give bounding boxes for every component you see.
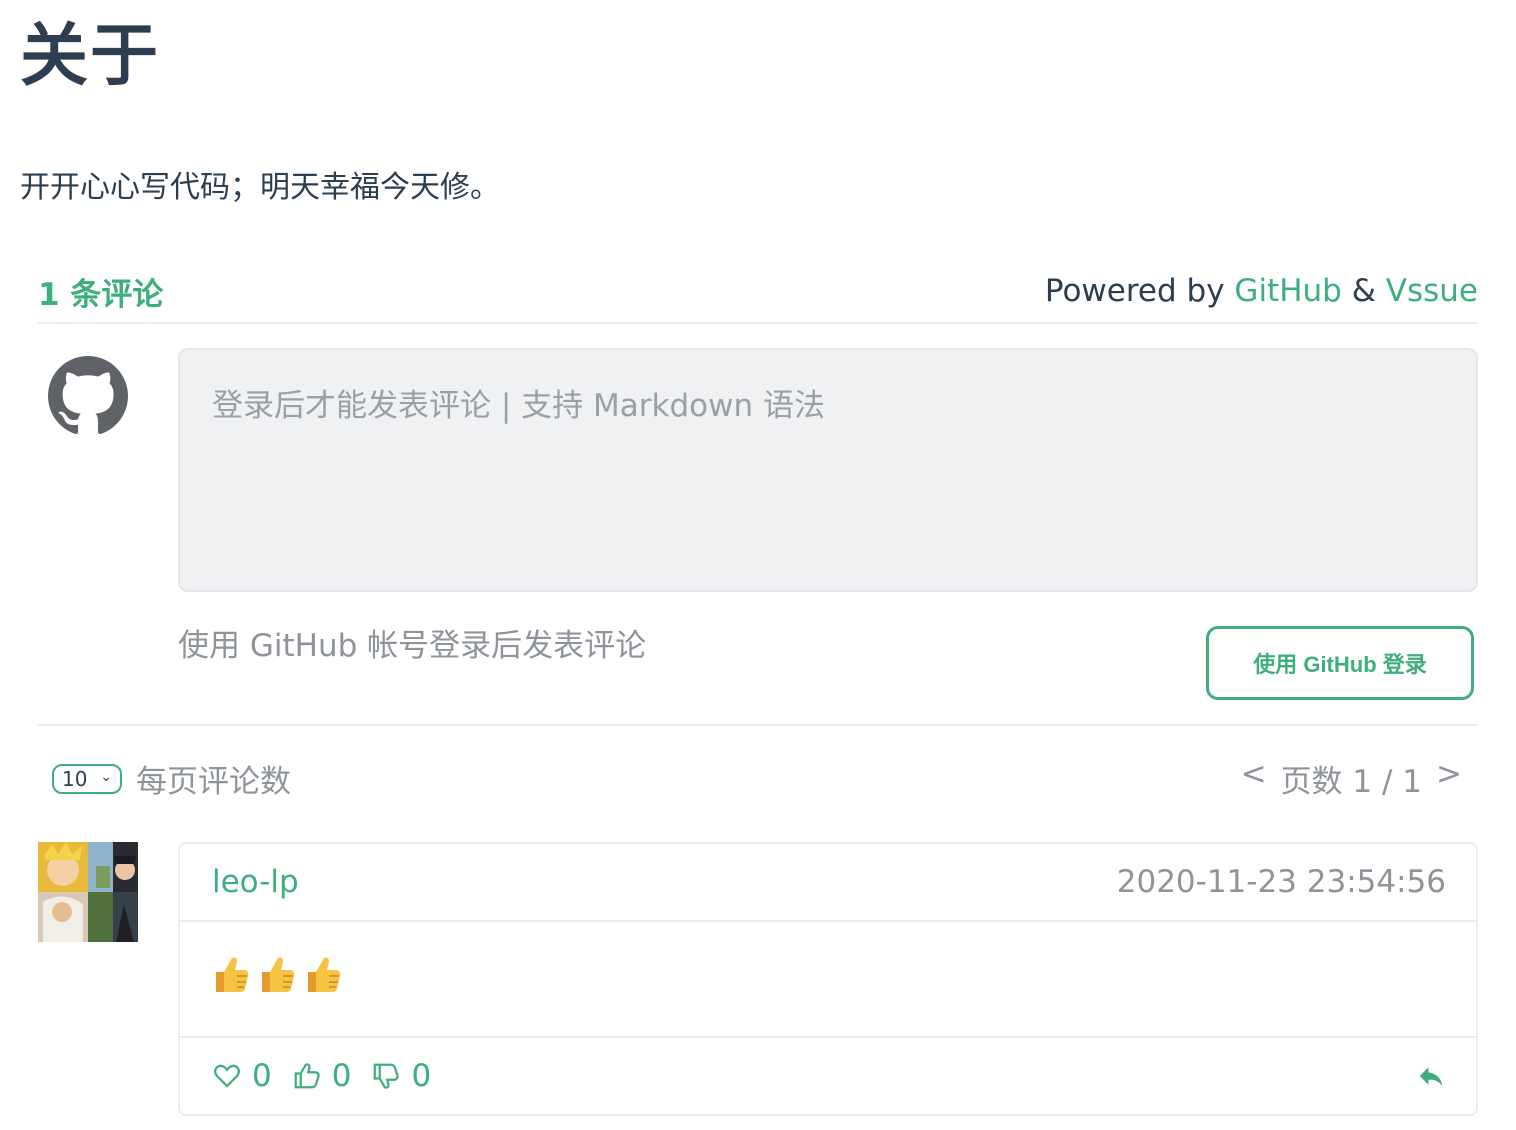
powered-prefix: Powered by: [1044, 273, 1225, 309]
editor-placeholder: 登录后才能发表评论 | 支持 Markdown 语法: [212, 388, 825, 424]
login-hint: 使用 GitHub 帐号登录后发表评论: [178, 628, 647, 664]
heart-icon: [214, 1064, 240, 1088]
per-page-label: 每页评论数: [136, 764, 291, 800]
vssue-comments: 1 条评论 Powered by GitHub & Vssue 登录后才能发表评…: [38, 260, 1478, 1116]
new-comment-section: 登录后才能发表评论 | 支持 Markdown 语法 使用 GitHub 帐号登…: [38, 324, 1478, 726]
heart-reaction[interactable]: 0: [212, 1058, 272, 1094]
comment-item: leo-lp 2020-11-23 23:54:56 0 0 0: [38, 832, 1478, 1116]
thumbs-up-emoji: [216, 957, 249, 992]
comments-toolbar: 10 ⌄ 每页评论数 < 页数 1 / 1 >: [38, 726, 1478, 832]
github-icon: [48, 356, 128, 436]
thumbs-up-icon: [294, 1063, 320, 1089]
thumbs-up-emoji: [262, 957, 295, 992]
comment-count: 1 条评论: [38, 276, 164, 313]
comment-editor[interactable]: 登录后才能发表评论 | 支持 Markdown 语法: [178, 348, 1478, 592]
next-page-button[interactable]: >: [1436, 756, 1462, 801]
comment-timestamp: 2020-11-23 23:54:56: [1116, 864, 1446, 900]
thumbs-up-emoji: [308, 957, 341, 992]
powered-by: Powered by GitHub & Vssue: [1045, 273, 1478, 309]
like-count: 0: [331, 1058, 352, 1094]
heart-count: 0: [252, 1058, 272, 1094]
page-indicator: 页数 1 / 1: [1280, 764, 1423, 800]
reactions: 0 0 0: [212, 1058, 431, 1094]
comments-header: 1 条评论 Powered by GitHub & Vssue: [38, 260, 1478, 324]
comment-author[interactable]: leo-lp: [212, 864, 299, 900]
chevron-down-icon: ⌄: [100, 769, 112, 785]
reply-icon[interactable]: [1416, 1061, 1446, 1091]
comment-header: leo-lp 2020-11-23 23:54:56: [180, 844, 1476, 922]
page-title: 关于: [20, 17, 161, 96]
like-reaction[interactable]: 0: [292, 1058, 352, 1094]
github-link[interactable]: GitHub: [1234, 273, 1341, 309]
avatar[interactable]: [38, 842, 138, 942]
thumbs-down-icon: [374, 1063, 400, 1089]
github-login-button[interactable]: 使用 GitHub 登录: [1206, 626, 1474, 700]
prev-page-button[interactable]: <: [1241, 756, 1267, 801]
comment-body: [180, 922, 1476, 1038]
per-page-value: 10: [62, 767, 88, 791]
pagination: < 页数 1 / 1 >: [1241, 756, 1462, 801]
comment-card: leo-lp 2020-11-23 23:54:56 0 0 0: [178, 842, 1478, 1116]
amp: &: [1351, 273, 1376, 309]
page-description: 开开心心写代码；明天幸福今天修。: [20, 170, 500, 205]
dislike-count: 0: [411, 1058, 432, 1094]
vssue-link[interactable]: Vssue: [1386, 273, 1478, 309]
per-page-select[interactable]: 10 ⌄: [52, 764, 122, 794]
comment-footer: 0 0 0: [180, 1038, 1476, 1114]
dislike-reaction[interactable]: 0: [371, 1058, 431, 1094]
